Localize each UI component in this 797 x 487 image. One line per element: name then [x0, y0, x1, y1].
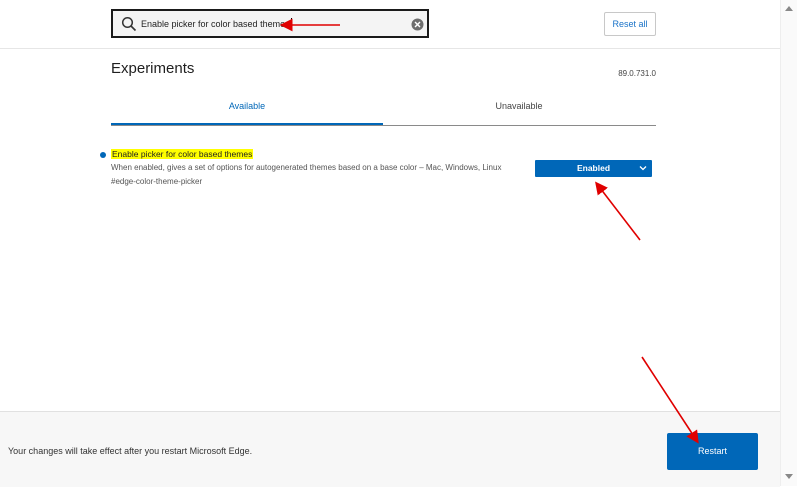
scroll-up-icon[interactable]	[785, 6, 793, 11]
flag-state-dropdown[interactable]: Enabled	[535, 160, 652, 177]
flag-description: When enabled, gives a set of options for…	[111, 163, 502, 172]
tab-selected-indicator	[111, 123, 383, 125]
flag-state-value: Enabled	[576, 163, 611, 173]
tab-bar: Available Unavailable	[111, 96, 656, 126]
search-icon	[121, 16, 137, 32]
tab-available[interactable]: Available	[111, 101, 383, 111]
top-bar: Enable picker for color based themes Res…	[0, 0, 780, 49]
scroll-down-icon[interactable]	[785, 474, 793, 479]
restart-footer: Your changes will take effect after you …	[0, 411, 780, 487]
search-input[interactable]: Enable picker for color based themes	[111, 9, 429, 38]
tab-unavailable[interactable]: Unavailable	[383, 101, 655, 111]
flag-modified-dot-icon	[100, 152, 106, 158]
restart-message: Your changes will take effect after you …	[8, 446, 253, 456]
chevron-down-icon	[639, 166, 647, 171]
page-title: Experiments	[111, 60, 195, 77]
clear-icon[interactable]	[411, 18, 424, 31]
scrollbar[interactable]	[780, 0, 797, 486]
flag-title: Enable picker for color based themes	[111, 149, 254, 159]
restart-button[interactable]: Restart	[667, 433, 758, 470]
annotation-arrow-dropdown	[595, 181, 641, 241]
version-label: 89.0.731.0	[618, 69, 656, 78]
search-input-text: Enable picker for color based themes	[141, 18, 292, 29]
reset-all-button[interactable]: Reset all	[604, 12, 656, 36]
flag-id-link[interactable]: #edge-color-theme-picker	[111, 177, 202, 186]
